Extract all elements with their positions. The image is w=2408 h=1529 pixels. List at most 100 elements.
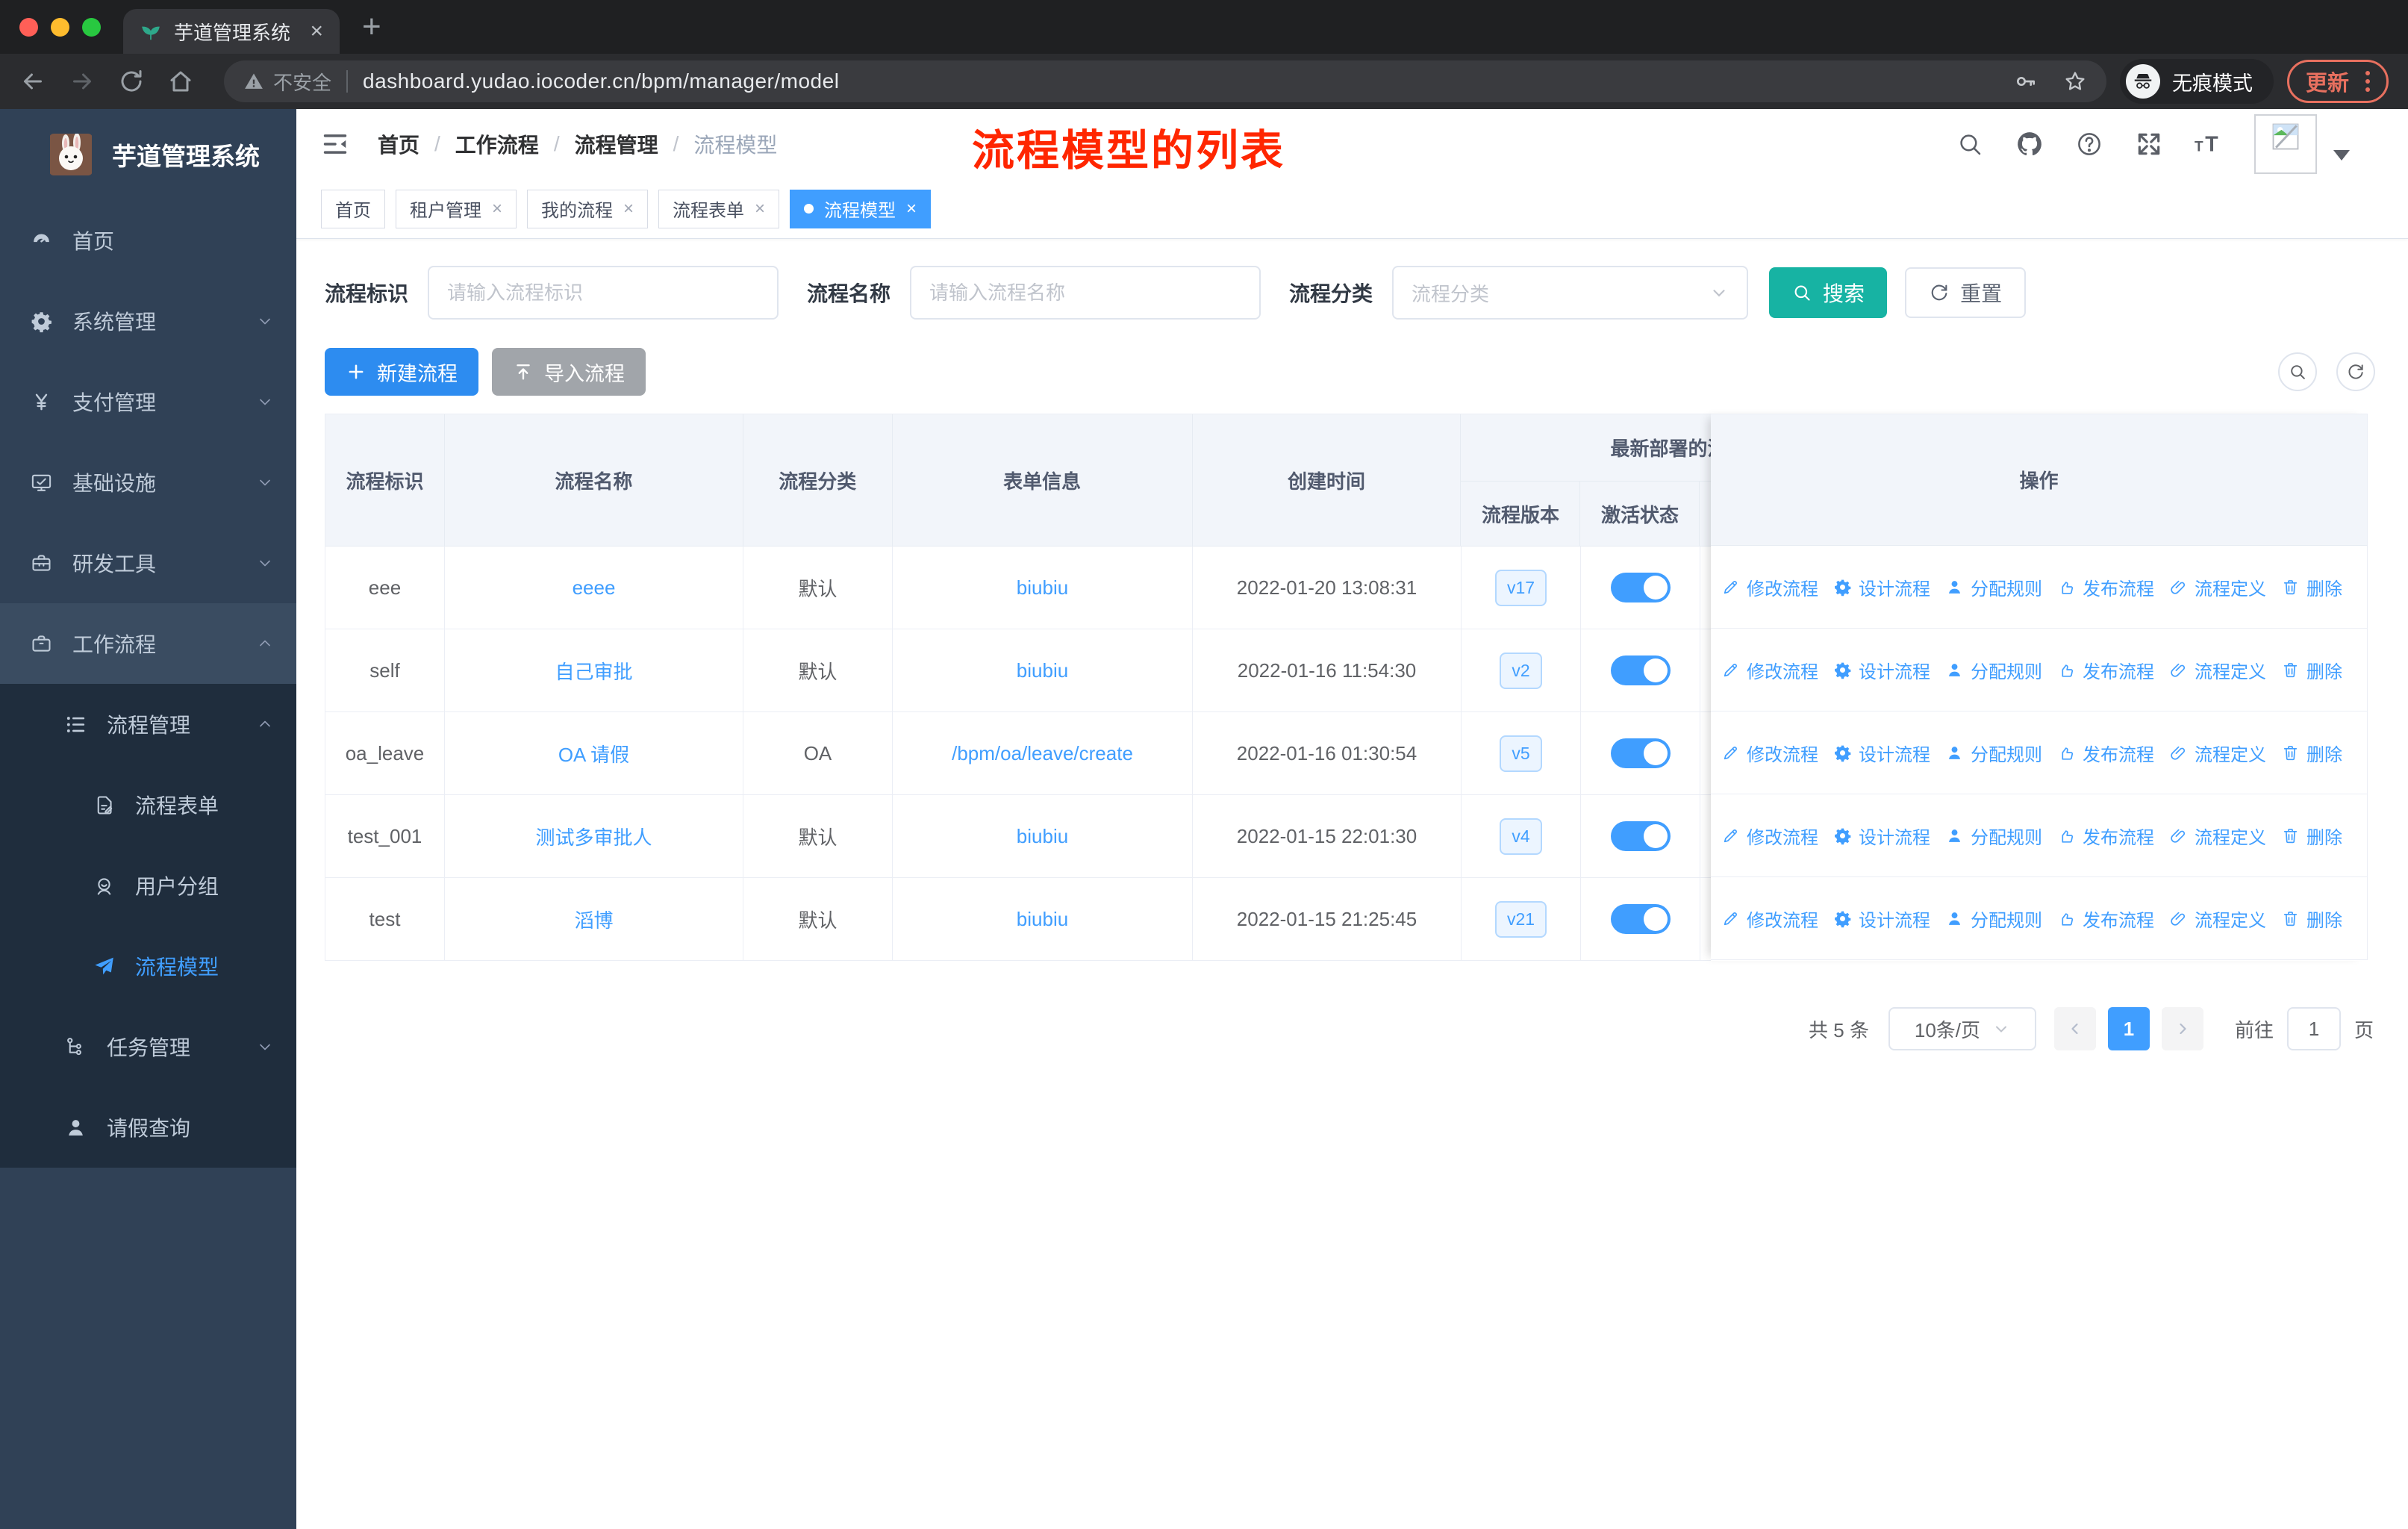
active-toggle[interactable] [1610, 655, 1671, 685]
address-bar[interactable]: 不安全 dashboard.yudao.iocoder.cn/bpm/manag… [224, 60, 2106, 102]
breadcrumb-workflow[interactable]: 工作流程 [455, 129, 539, 159]
action-trash-link[interactable]: 删除 [2281, 740, 2342, 766]
avatar-caret-icon[interactable] [2333, 150, 2350, 161]
action-gear-link[interactable]: 设计流程 [1833, 574, 1930, 600]
sidebar-item-person[interactable]: 请假查询 [0, 1087, 296, 1168]
process-key-input[interactable] [428, 266, 779, 320]
action-edit-link[interactable]: 修改流程 [1721, 657, 1818, 683]
action-definition-link[interactable]: 流程定义 [2169, 823, 2266, 849]
maximize-window-button[interactable] [82, 17, 101, 37]
action-edit-link[interactable]: 修改流程 [1721, 823, 1818, 849]
action-edit-link[interactable]: 修改流程 [1721, 906, 1818, 932]
sidebar-item-toolbox[interactable]: 研发工具 [0, 523, 296, 603]
version-badge[interactable]: v4 [1500, 818, 1542, 855]
key-icon[interactable] [2014, 69, 2038, 93]
category-select[interactable]: 流程分类 [1392, 266, 1749, 320]
form-link[interactable]: biubiu [1017, 576, 1068, 600]
new-tab-button[interactable]: + [362, 4, 381, 49]
version-badge[interactable]: v2 [1500, 652, 1542, 689]
action-definition-link[interactable]: 流程定义 [2169, 740, 2266, 766]
search-icon[interactable] [1956, 130, 1984, 158]
close-window-button[interactable] [19, 17, 38, 37]
tab-close-icon[interactable]: × [755, 199, 765, 219]
view-tab-3[interactable]: 流程表单 × [658, 189, 780, 228]
tab-close-icon[interactable]: × [623, 199, 634, 219]
active-toggle[interactable] [1610, 573, 1671, 602]
action-trash-link[interactable]: 删除 [2281, 574, 2342, 600]
action-definition-link[interactable]: 流程定义 [2169, 906, 2266, 932]
kebab-menu-icon[interactable] [2365, 71, 2370, 92]
action-person-link[interactable]: 分配规则 [1945, 823, 2042, 849]
font-size-icon[interactable]: TT [2195, 130, 2223, 158]
tab-close-icon[interactable]: × [492, 199, 502, 219]
sidebar-item-tree[interactable]: 任务管理 [0, 1006, 296, 1087]
hamburger-collapse-icon[interactable] [321, 130, 349, 158]
action-gear-link[interactable]: 设计流程 [1833, 657, 1930, 683]
version-badge[interactable]: v21 [1494, 900, 1547, 938]
action-person-link[interactable]: 分配规则 [1945, 657, 2042, 683]
prev-page-button[interactable] [2053, 1007, 2096, 1050]
page-number-1[interactable]: 1 [2107, 1007, 2150, 1050]
goto-page-input[interactable] [2286, 1007, 2341, 1050]
search-button[interactable]: 搜索 [1769, 267, 1888, 318]
create-process-button[interactable]: 新建流程 [325, 348, 478, 396]
reset-button[interactable]: 重置 [1905, 267, 2027, 318]
sidebar-item-monitor[interactable]: 基础设施 [0, 442, 296, 523]
user-avatar[interactable] [2254, 114, 2317, 174]
minimize-window-button[interactable] [51, 17, 69, 37]
form-link[interactable]: biubiu [1017, 825, 1068, 848]
form-link[interactable]: biubiu [1017, 908, 1068, 931]
tab-close-icon[interactable]: × [906, 199, 917, 219]
action-gear-link[interactable]: 设计流程 [1833, 823, 1930, 849]
refresh-table-button[interactable] [2336, 352, 2375, 391]
action-edit-link[interactable]: 修改流程 [1721, 574, 1818, 600]
sidebar-item-gear[interactable]: 系统管理 [0, 281, 296, 361]
form-link[interactable]: biubiu [1017, 659, 1068, 682]
active-toggle[interactable] [1610, 738, 1671, 768]
process-name-link[interactable]: OA 请假 [558, 740, 629, 767]
sidebar-item-briefcase[interactable]: 工作流程 [0, 603, 296, 684]
url-text[interactable]: dashboard.yudao.iocoder.cn/bpm/manager/m… [363, 69, 839, 93]
action-trash-link[interactable]: 删除 [2281, 823, 2342, 849]
security-warning[interactable]: 不安全 [243, 68, 331, 96]
action-edit-link[interactable]: 修改流程 [1721, 740, 1818, 766]
forward-icon[interactable] [69, 68, 96, 95]
version-badge[interactable]: v17 [1494, 569, 1547, 606]
action-person-link[interactable]: 分配规则 [1945, 906, 2042, 932]
form-link[interactable]: /bpm/oa/leave/create [952, 742, 1133, 765]
action-publish-link[interactable]: 发布流程 [2057, 906, 2154, 932]
active-toggle[interactable] [1610, 904, 1671, 934]
page-size-select[interactable]: 10条/页 [1888, 1007, 2036, 1050]
sidebar-item-doc-edit[interactable]: 流程表单 [0, 764, 296, 845]
view-tab-2[interactable]: 我的流程 × [527, 189, 649, 228]
breadcrumb-home[interactable]: 首页 [378, 129, 419, 159]
action-definition-link[interactable]: 流程定义 [2169, 657, 2266, 683]
process-name-link[interactable]: eeee [573, 576, 616, 600]
home-icon[interactable] [167, 68, 194, 95]
breadcrumb-process-mgmt[interactable]: 流程管理 [575, 129, 658, 159]
browser-update-menu[interactable]: 更新 [2286, 60, 2389, 103]
action-publish-link[interactable]: 发布流程 [2057, 657, 2154, 683]
action-publish-link[interactable]: 发布流程 [2057, 574, 2154, 600]
toggle-search-button[interactable] [2278, 352, 2317, 391]
back-icon[interactable] [19, 68, 46, 95]
tab-close-icon[interactable]: × [310, 19, 323, 44]
action-publish-link[interactable]: 发布流程 [2057, 823, 2154, 849]
reload-icon[interactable] [118, 68, 145, 95]
action-definition-link[interactable]: 流程定义 [2169, 574, 2266, 600]
sidebar-item-face[interactable]: 用户分组 [0, 845, 296, 926]
action-publish-link[interactable]: 发布流程 [2057, 740, 2154, 766]
traffic-lights[interactable] [0, 0, 123, 54]
help-icon[interactable] [2075, 130, 2103, 158]
process-name-link[interactable]: 自己审批 [555, 657, 632, 685]
action-person-link[interactable]: 分配规则 [1945, 740, 2042, 766]
action-trash-link[interactable]: 删除 [2281, 657, 2342, 683]
action-trash-link[interactable]: 删除 [2281, 906, 2342, 932]
sidebar-item-list[interactable]: 流程管理 [0, 684, 296, 764]
bookmark-star-icon[interactable] [2063, 69, 2087, 93]
view-tab-1[interactable]: 租户管理 × [396, 189, 517, 228]
sidebar-item-gauge[interactable]: 首页 [0, 200, 296, 281]
action-gear-link[interactable]: 设计流程 [1833, 906, 1930, 932]
view-tab-0[interactable]: 首页 [321, 189, 385, 228]
process-name-link[interactable]: 滔博 [574, 906, 613, 933]
